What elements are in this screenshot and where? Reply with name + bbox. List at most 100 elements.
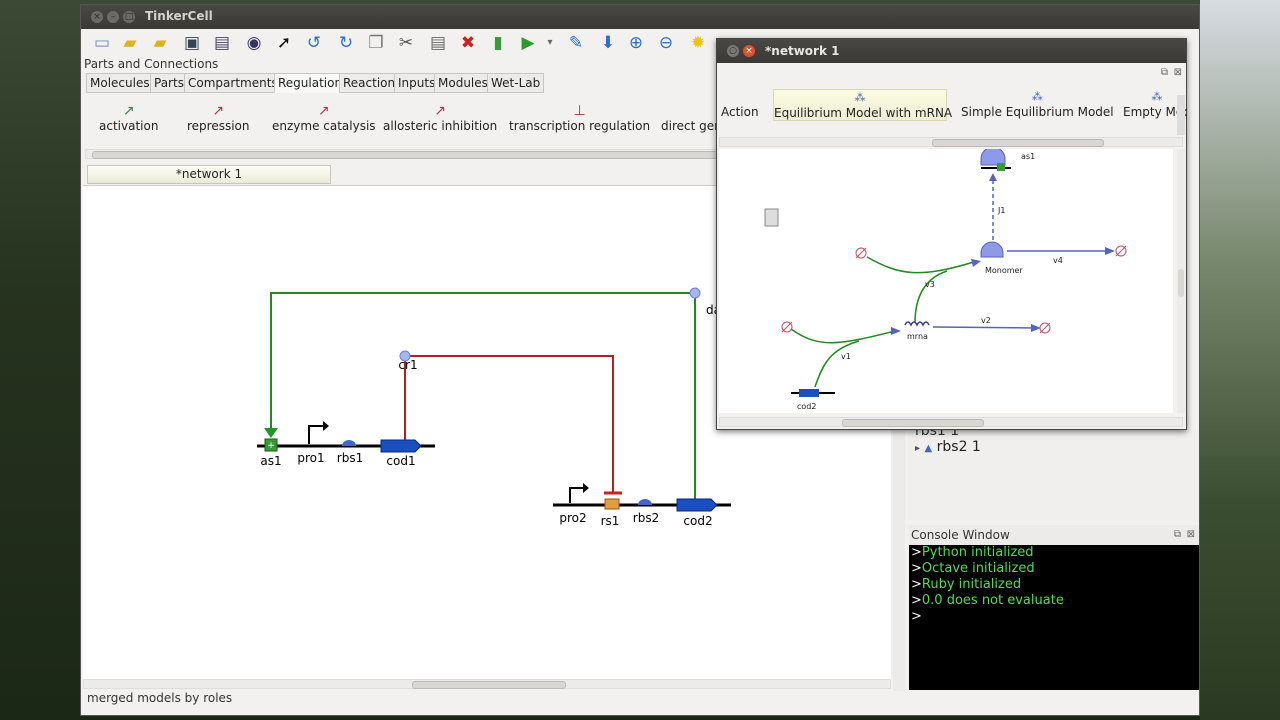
- zoom-out-icon[interactable]: ⊖: [655, 32, 677, 54]
- tab-reaction[interactable]: Reaction: [339, 73, 400, 93]
- palette-transcription-regulation[interactable]: ⊥ transcription regulation: [509, 103, 650, 133]
- transcription-regulation-icon: ⊥: [573, 103, 586, 119]
- palette-direct-gen[interactable]: direct gen: [661, 103, 722, 133]
- app-title: TinkerCell: [145, 9, 213, 23]
- close-icon[interactable]: ⊠: [1174, 67, 1182, 78]
- console-line: >0.0 does not evaluate: [911, 593, 1064, 608]
- network-window-title: *network 1: [765, 44, 840, 58]
- network-window-titlebar[interactable]: ○ × *network 1: [717, 39, 1186, 63]
- part-label-cod2: cod2: [683, 514, 712, 528]
- console-title: Console Window: [911, 528, 1010, 542]
- palette-vscroll[interactable]: [1177, 95, 1185, 135]
- node-label-mrna: mrna: [907, 332, 928, 341]
- canvas-scroll-thumb[interactable]: [412, 681, 566, 689]
- palette-label: transcription regulation: [509, 119, 651, 133]
- tab-inputs[interactable]: Inputs: [394, 73, 440, 93]
- part-label-pro1: pro1: [297, 451, 324, 465]
- node-label-cod2: cod2: [797, 402, 816, 411]
- scroll-thumb[interactable]: [842, 419, 984, 427]
- expand-arrow-icon[interactable]: ▸: [915, 443, 920, 454]
- open-folder-icon[interactable]: ▰: [149, 32, 171, 54]
- reaction-label-v3: v3: [925, 280, 935, 289]
- network-window-canvas[interactable]: as1 Monomer mrna cod2 J1 v4 v3 v2 v1: [719, 146, 1173, 413]
- close-icon[interactable]: ⊠: [1187, 525, 1195, 545]
- part-label-rs1: rs1: [601, 514, 620, 528]
- palette-repression[interactable]: ↗ repression: [187, 103, 250, 133]
- console-prompt[interactable]: >: [909, 609, 1199, 625]
- console-window[interactable]: >Python initialized >Octave initialized …: [909, 545, 1199, 690]
- tree-row[interactable]: ▸ ▲ rbs2 1: [915, 439, 981, 455]
- network-window-bottom-scrollbar[interactable]: [719, 417, 1183, 427]
- open-icon[interactable]: ▰: [119, 32, 141, 54]
- pointer-icon[interactable]: ➚: [273, 32, 295, 54]
- part-label-pro2: pro2: [559, 511, 586, 525]
- network-window: ○ × *network 1 ⧉ ⊠ Action ⁂ Equilibrium …: [716, 38, 1187, 430]
- palette-allosteric-inhibition[interactable]: ↗ allosteric inhibition: [383, 103, 497, 133]
- node-label-as1: as1: [1021, 152, 1035, 161]
- tab-parts[interactable]: Parts: [150, 73, 188, 93]
- reaction-label-v2: v2: [981, 316, 991, 325]
- console-line: >Python initialized: [911, 545, 1034, 560]
- minimize-window-button[interactable]: –: [107, 11, 119, 23]
- direct-gen-icon: [661, 103, 722, 119]
- scroll-thumb[interactable]: [932, 139, 1104, 147]
- palette-simple-equilibrium-model[interactable]: ⁂ Simple Equilibrium Model: [961, 89, 1114, 119]
- light-icon[interactable]: ✹: [687, 32, 709, 54]
- palette-activation[interactable]: ↗ activation: [99, 103, 158, 133]
- palette-equilibrium-model-mrna[interactable]: ⁂ Equilibrium Model with mRNA: [773, 89, 952, 121]
- undock-icon[interactable]: ⧉: [1174, 525, 1181, 545]
- tab-regulation[interactable]: Regulation: [274, 73, 347, 93]
- module-palette: Action ⁂ Equilibrium Model with mRNA ⁂ S…: [717, 87, 1187, 129]
- tab-wet-lab[interactable]: Wet-Lab: [487, 73, 545, 93]
- scroll-thumb[interactable]: [1178, 269, 1184, 297]
- paste-icon[interactable]: ▤: [427, 32, 449, 54]
- enzyme-catalysis-icon: ↗: [317, 103, 330, 119]
- canvas-horizontal-scrollbar[interactable]: [83, 679, 891, 689]
- connection-label-cr1: cr1: [398, 358, 417, 372]
- zoom-in-icon[interactable]: ⊕: [625, 32, 647, 54]
- maximize-window-button[interactable]: □: [123, 11, 135, 23]
- palette-enzyme-catalysis[interactable]: ↗ enzyme catalysis: [272, 103, 376, 133]
- arrow-down-icon[interactable]: ⬇: [597, 32, 619, 54]
- console-line: >Ruby initialized: [911, 577, 1022, 592]
- print-icon[interactable]: ▤: [211, 32, 233, 54]
- run-icon[interactable]: ▶: [517, 32, 539, 54]
- tab-compartments[interactable]: Compartments: [184, 73, 282, 93]
- main-titlebar[interactable]: × – □ TinkerCell: [81, 5, 1199, 29]
- palette-label: repression: [187, 119, 250, 133]
- undock-icon[interactable]: ⧉: [1161, 67, 1168, 78]
- reaction-label-v4: v4: [1053, 256, 1063, 265]
- save-icon[interactable]: ▣: [181, 32, 203, 54]
- close-window-button[interactable]: ×: [743, 45, 755, 57]
- network-window-vscroll[interactable]: [1177, 149, 1185, 413]
- part-label-rbs2: rbs2: [633, 511, 659, 525]
- part-label-as1: as1: [260, 454, 281, 468]
- new-icon[interactable]: ▭: [91, 32, 113, 54]
- plot-icon[interactable]: ▮: [487, 32, 509, 54]
- undo-icon[interactable]: ↺: [303, 32, 325, 54]
- activation-icon: ↗: [122, 103, 135, 119]
- network-window-top-scrollbar[interactable]: [719, 137, 1183, 147]
- svg-text:+: +: [267, 441, 275, 451]
- redo-icon[interactable]: ↻: [335, 32, 357, 54]
- window-menu-button[interactable]: ○: [727, 45, 739, 57]
- repression-icon: ↗: [212, 103, 225, 119]
- model-icon: ⁂: [1031, 90, 1043, 103]
- copy-icon[interactable]: ❐: [365, 32, 387, 54]
- tab-molecules[interactable]: Molecules: [86, 73, 154, 93]
- palette-label: direct gen: [661, 119, 722, 133]
- close-window-button[interactable]: ×: [91, 11, 103, 23]
- reaction-label-v1: v1: [841, 352, 851, 361]
- screenshot-icon[interactable]: ◉: [243, 32, 265, 54]
- settings-icon[interactable]: ✎: [565, 32, 587, 54]
- run-dropdown-icon[interactable]: ▾: [539, 32, 561, 54]
- console-titlebar: Console Window ⧉ ⊠: [909, 525, 1199, 545]
- console-line: >Octave initialized: [911, 561, 1035, 576]
- palette-action[interactable]: Action: [721, 105, 759, 119]
- delete-icon[interactable]: ✖: [457, 32, 479, 54]
- tree-row-label: rbs2 1: [936, 439, 981, 455]
- palette-label: allosteric inhibition: [383, 119, 498, 133]
- document-tab[interactable]: *network 1: [87, 165, 331, 184]
- cut-icon[interactable]: ✂: [395, 32, 417, 54]
- tab-modules[interactable]: Modules: [434, 73, 492, 93]
